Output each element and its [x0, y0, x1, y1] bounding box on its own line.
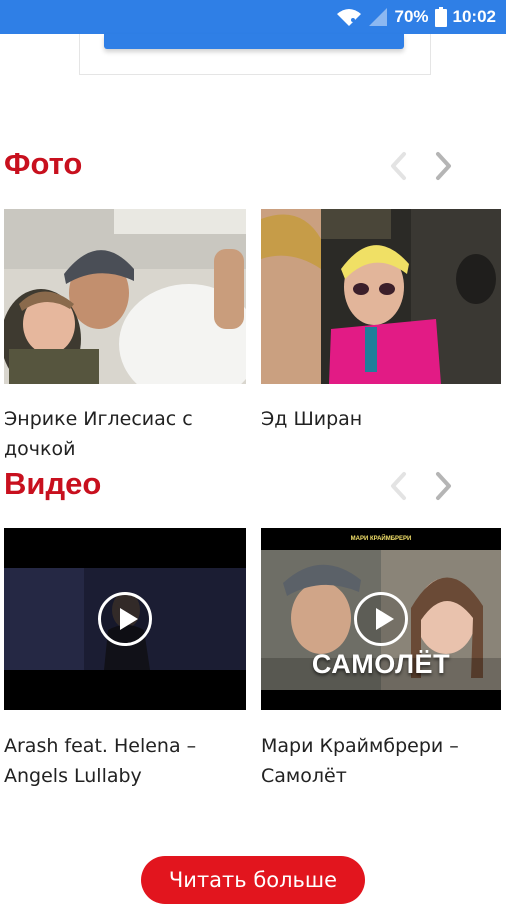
video-carousel-arrows	[387, 470, 455, 502]
clock: 10:02	[452, 7, 496, 26]
signal-icon	[368, 7, 388, 27]
video-overlay-title: САМОЛЁТ	[311, 649, 451, 679]
video-caption-2[interactable]: Мари Краймбрери – Самолёт	[261, 731, 501, 791]
video-thumbnail-2[interactable]: МАРИ КРАЙМБРЕРИ САМОЛЁТ	[261, 528, 501, 710]
chevron-right-icon[interactable]	[433, 470, 455, 502]
play-icon[interactable]	[354, 592, 408, 646]
video-caption-1[interactable]: Arash feat. Helena – Angels Lullaby	[4, 731, 249, 791]
photo-carousel-arrows	[387, 150, 455, 182]
photo-caption-1[interactable]: Энрике Иглесиас с дочкой	[4, 404, 254, 464]
photo-section-title: Фото	[4, 146, 83, 181]
status-bar: 70% 10:02	[0, 0, 506, 34]
play-icon[interactable]	[98, 592, 152, 646]
read-more-button[interactable]: Читать больше	[141, 856, 365, 904]
partial-card-button[interactable]	[104, 34, 404, 49]
photo-caption-2[interactable]: Эд Ширан	[261, 404, 501, 434]
chevron-right-icon[interactable]	[433, 150, 455, 182]
wifi-icon	[336, 7, 362, 27]
battery-icon	[434, 7, 447, 27]
photo-thumbnail-2[interactable]	[261, 209, 501, 384]
photo-thumbnail-1[interactable]	[4, 209, 246, 384]
video-thumbnail-1[interactable]	[4, 528, 246, 710]
battery-percent: 70%	[394, 7, 429, 26]
video-section-title: Видео	[4, 466, 102, 501]
chevron-left-icon[interactable]	[387, 150, 409, 182]
chevron-left-icon[interactable]	[387, 470, 409, 502]
video-overlay-subtitle: МАРИ КРАЙМБРЕРИ	[350, 536, 412, 542]
